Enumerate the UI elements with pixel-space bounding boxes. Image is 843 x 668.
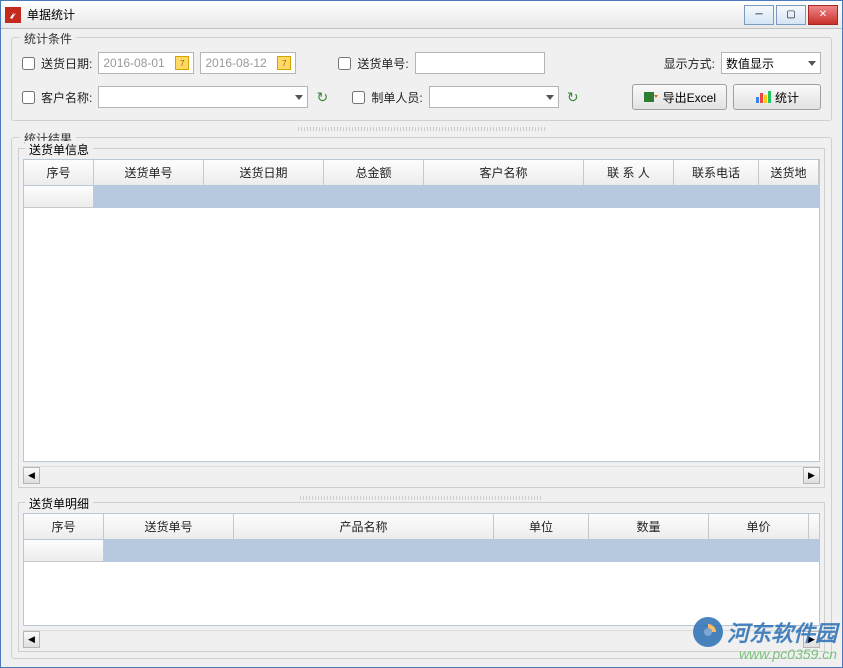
close-button[interactable]: ✕: [808, 5, 838, 25]
creator-checkbox[interactable]: [352, 91, 365, 104]
creator-select[interactable]: [429, 86, 559, 108]
conditions-title: 统计条件: [20, 30, 76, 47]
panel-title: 送货单明细: [25, 495, 93, 512]
column-header[interactable]: 送货地: [759, 160, 819, 185]
export-icon: [643, 89, 659, 105]
customer-label: 客户名称:: [41, 89, 92, 106]
maximize-button[interactable]: ▢: [776, 5, 806, 25]
calendar-icon: 7: [175, 56, 189, 70]
delivery-no-checkbox[interactable]: [338, 57, 351, 70]
display-mode-label: 显示方式:: [664, 55, 715, 72]
scroll-right-button[interactable]: ▶: [803, 467, 820, 484]
column-header[interactable]: 序号: [24, 514, 104, 539]
delivery-no-label: 送货单号:: [357, 55, 408, 72]
separator: [300, 496, 542, 500]
column-header[interactable]: 产品名称: [234, 514, 494, 539]
column-header[interactable]: 送货单号: [94, 160, 204, 185]
export-excel-button[interactable]: 导出Excel: [632, 84, 727, 110]
column-header[interactable]: 联系电话: [674, 160, 759, 185]
row-selector[interactable]: [24, 540, 104, 562]
bar-chart-icon: [755, 89, 771, 105]
delivery-info-panel: 送货单信息 序号送货单号送货日期总金额客户名称联 系 人联系电话送货地 ◀ ▶: [18, 148, 825, 488]
column-header[interactable]: 单位: [494, 514, 589, 539]
display-mode-select[interactable]: 数值显示: [721, 52, 821, 74]
customer-checkbox[interactable]: [22, 91, 35, 104]
creator-label: 制单人员:: [371, 89, 422, 106]
customer-select[interactable]: [98, 86, 308, 108]
refresh-icon[interactable]: ↻: [314, 89, 330, 105]
calendar-icon: 7: [277, 56, 291, 70]
column-header[interactable]: 联 系 人: [584, 160, 674, 185]
date-to-input[interactable]: 2016-08-12 7: [200, 52, 296, 74]
column-header[interactable]: 送货日期: [204, 160, 324, 185]
window-title: 单据统计: [27, 6, 744, 23]
conditions-group: 统计条件 送货日期: 2016-08-01 7 2016-08-12 7 送货单…: [11, 37, 832, 121]
separator: [298, 127, 544, 131]
column-header[interactable]: 总金额: [324, 160, 424, 185]
stats-button[interactable]: 统计: [733, 84, 821, 110]
table-row[interactable]: [24, 186, 819, 208]
results-group: 统计结果 送货单信息 序号送货单号送货日期总金额客户名称联 系 人联系电话送货地…: [11, 137, 832, 659]
column-header[interactable]: 客户名称: [424, 160, 584, 185]
table-header-row: 序号送货单号送货日期总金额客户名称联 系 人联系电话送货地: [24, 160, 819, 186]
minimize-button[interactable]: ─: [744, 5, 774, 25]
table-header-row: 序号送货单号产品名称单位数量单价: [24, 514, 819, 540]
panel-title: 送货单信息: [25, 141, 93, 158]
column-header[interactable]: 序号: [24, 160, 94, 185]
date-from-input[interactable]: 2016-08-01 7: [98, 52, 194, 74]
horizontal-scrollbar[interactable]: ◀ ▶: [23, 630, 820, 647]
delivery-no-input[interactable]: [415, 52, 545, 74]
chevron-down-icon: [295, 95, 303, 100]
delivery-date-label: 送货日期:: [41, 55, 92, 72]
scroll-left-button[interactable]: ◀: [23, 631, 40, 648]
horizontal-scrollbar[interactable]: ◀ ▶: [23, 466, 820, 483]
scroll-right-button[interactable]: ▶: [803, 631, 820, 648]
column-header[interactable]: 数量: [589, 514, 709, 539]
refresh-icon[interactable]: ↻: [565, 89, 581, 105]
scroll-left-button[interactable]: ◀: [23, 467, 40, 484]
column-header[interactable]: 单价: [709, 514, 809, 539]
app-icon: [5, 7, 21, 23]
delivery-detail-panel: 送货单明细 序号送货单号产品名称单位数量单价 ◀ ▶: [18, 502, 825, 652]
chevron-down-icon: [546, 95, 554, 100]
table-row[interactable]: [24, 540, 819, 562]
column-header[interactable]: 送货单号: [104, 514, 234, 539]
row-selector[interactable]: [24, 186, 94, 208]
delivery-date-checkbox[interactable]: [22, 57, 35, 70]
chevron-down-icon: [808, 61, 816, 66]
title-bar: 单据统计 ─ ▢ ✕: [1, 1, 842, 29]
